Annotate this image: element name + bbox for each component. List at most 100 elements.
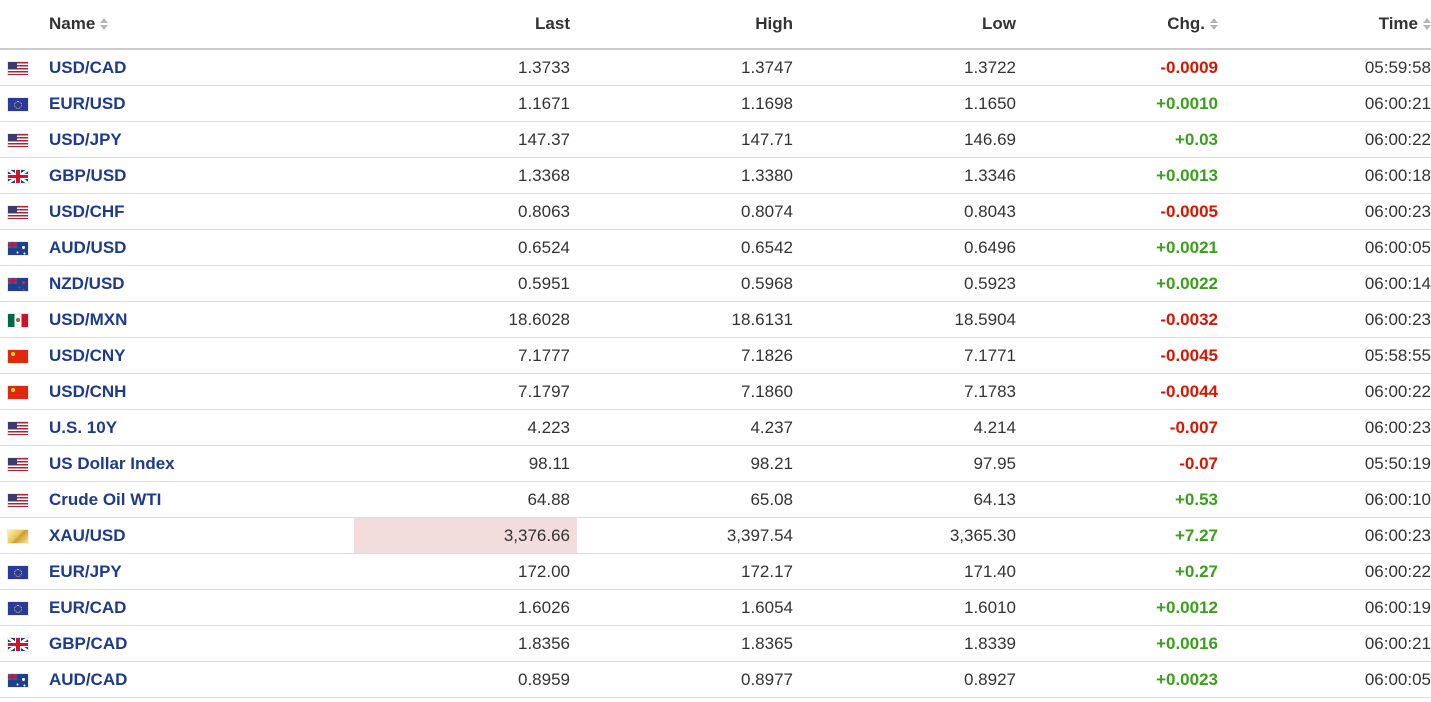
- change-cell: +7.27: [1023, 517, 1225, 554]
- low-column-header: Low: [800, 0, 1023, 50]
- flag-cell: [0, 337, 35, 374]
- time-cell: 06:00:23: [1225, 517, 1431, 554]
- flag-cell: [0, 157, 35, 194]
- time-cell: 06:00:22: [1225, 373, 1431, 410]
- change-cell: +0.0023: [1023, 661, 1225, 698]
- sort-icon[interactable]: [100, 17, 109, 30]
- flag-cell: [0, 373, 35, 410]
- flag-cell: [0, 193, 35, 230]
- high-price-cell: 1.8365: [577, 625, 800, 662]
- time-cell: 06:00:23: [1225, 301, 1431, 338]
- name-cell: GBP/USD: [35, 157, 354, 194]
- quote-row: USD/JPY 147.37 147.71 146.69 +0.03 06:00…: [0, 121, 1431, 158]
- last-price-cell: 7.1777: [354, 337, 577, 374]
- instrument-link[interactable]: AUD/USD: [49, 238, 126, 257]
- time-cell: 06:00:19: [1225, 589, 1431, 626]
- instrument-link[interactable]: USD/CHF: [49, 202, 125, 221]
- name-cell: GBP/CAD: [35, 625, 354, 662]
- change-cell: -0.0044: [1023, 373, 1225, 410]
- last-price-cell: 147.37: [354, 121, 577, 158]
- instrument-link[interactable]: Crude Oil WTI: [49, 490, 161, 509]
- low-price-cell: 3,365.30: [800, 517, 1023, 554]
- low-price-cell: 171.40: [800, 553, 1023, 590]
- instrument-link[interactable]: US Dollar Index: [49, 454, 175, 473]
- low-price-cell: 0.5923: [800, 265, 1023, 302]
- instrument-link[interactable]: EUR/JPY: [49, 562, 122, 581]
- quote-row: EUR/USD 1.1671 1.1698 1.1650 +0.0010 06:…: [0, 85, 1431, 122]
- instrument-link[interactable]: USD/CNH: [49, 382, 126, 401]
- high-price-cell: 18.6131: [577, 301, 800, 338]
- instrument-link[interactable]: USD/CNY: [49, 346, 126, 365]
- flag-cell: [0, 517, 35, 554]
- last-price-cell: 18.6028: [354, 301, 577, 338]
- quote-row: NZD/USD 0.5951 0.5968 0.5923 +0.0022 06:…: [0, 265, 1431, 302]
- last-price-cell: 98.11: [354, 445, 577, 482]
- last-price-cell: 4.223: [354, 409, 577, 446]
- instrument-link[interactable]: EUR/CAD: [49, 598, 126, 617]
- time-cell: 05:58:55: [1225, 337, 1431, 374]
- last-price-cell: 0.5951: [354, 265, 577, 302]
- name-column-label: Name: [49, 14, 96, 33]
- chg-column-label: Chg.: [1167, 14, 1205, 33]
- name-column-header[interactable]: Name: [35, 0, 354, 50]
- instrument-link[interactable]: XAU/USD: [49, 526, 126, 545]
- last-price-cell: 7.1797: [354, 373, 577, 410]
- instrument-link[interactable]: NZD/USD: [49, 274, 125, 293]
- instrument-link[interactable]: GBP/USD: [49, 166, 126, 185]
- time-column-header[interactable]: Time: [1225, 0, 1431, 50]
- high-price-cell: 147.71: [577, 121, 800, 158]
- time-cell: 06:00:23: [1225, 193, 1431, 230]
- low-price-cell: 1.8339: [800, 625, 1023, 662]
- low-price-cell: 1.1650: [800, 85, 1023, 122]
- quote-row: USD/CAD 1.3733 1.3747 1.3722 -0.0009 05:…: [0, 49, 1431, 86]
- name-cell: EUR/CAD: [35, 589, 354, 626]
- quote-row: AUD/USD 0.6524 0.6542 0.6496 +0.0021 06:…: [0, 229, 1431, 266]
- low-price-cell: 7.1783: [800, 373, 1023, 410]
- change-cell: +0.0016: [1023, 625, 1225, 662]
- quote-row: Crude Oil WTI 64.88 65.08 64.13 +0.53 06…: [0, 481, 1431, 518]
- flag-cell: [0, 301, 35, 338]
- low-price-cell: 146.69: [800, 121, 1023, 158]
- last-price-cell: 1.6026: [354, 589, 577, 626]
- name-cell: EUR/USD: [35, 85, 354, 122]
- instrument-link[interactable]: USD/MXN: [49, 310, 127, 329]
- cn-flag-icon: [8, 349, 28, 363]
- instrument-link[interactable]: GBP/CAD: [49, 634, 127, 653]
- instrument-link[interactable]: U.S. 10Y: [49, 418, 117, 437]
- change-cell: +0.53: [1023, 481, 1225, 518]
- time-cell: 06:00:23: [1225, 409, 1431, 446]
- last-price-cell: 1.8356: [354, 625, 577, 662]
- change-cell: +0.0021: [1023, 229, 1225, 266]
- change-cell: +0.0012: [1023, 589, 1225, 626]
- last-column-header: Last: [354, 0, 577, 50]
- instrument-link[interactable]: EUR/USD: [49, 94, 126, 113]
- quotes-table-header: Name Last High Low Chg. Time: [0, 0, 1431, 50]
- high-price-cell: 0.8977: [577, 661, 800, 698]
- name-cell: USD/CAD: [35, 49, 354, 86]
- change-cell: +0.0013: [1023, 157, 1225, 194]
- gb-flag-icon: [8, 637, 28, 651]
- high-price-cell: 65.08: [577, 481, 800, 518]
- time-cell: 06:00:10: [1225, 481, 1431, 518]
- time-cell: 06:00:22: [1225, 121, 1431, 158]
- quotes-table: Name Last High Low Chg. Time USD/CAD 1.3…: [0, 0, 1431, 698]
- time-cell: 06:00:18: [1225, 157, 1431, 194]
- instrument-link[interactable]: USD/JPY: [49, 130, 122, 149]
- low-price-cell: 1.3346: [800, 157, 1023, 194]
- sort-icon[interactable]: [1423, 17, 1431, 30]
- instrument-link[interactable]: USD/CAD: [49, 58, 126, 77]
- sort-icon[interactable]: [1210, 17, 1218, 30]
- us-flag-icon: [8, 133, 28, 147]
- quote-row: AUD/CAD 0.8959 0.8977 0.8927 +0.0023 06:…: [0, 661, 1431, 698]
- high-price-cell: 1.1698: [577, 85, 800, 122]
- instrument-link[interactable]: AUD/CAD: [49, 670, 127, 689]
- us-flag-icon: [8, 205, 28, 219]
- us-flag-icon: [8, 421, 28, 435]
- chg-column-header[interactable]: Chg.: [1023, 0, 1225, 50]
- quote-row: EUR/CAD 1.6026 1.6054 1.6010 +0.0012 06:…: [0, 589, 1431, 626]
- time-cell: 06:00:05: [1225, 229, 1431, 266]
- quote-row: XAU/USD 3,376.66 3,397.54 3,365.30 +7.27…: [0, 517, 1431, 554]
- change-cell: +0.0010: [1023, 85, 1225, 122]
- change-cell: -0.0045: [1023, 337, 1225, 374]
- flag-cell: [0, 85, 35, 122]
